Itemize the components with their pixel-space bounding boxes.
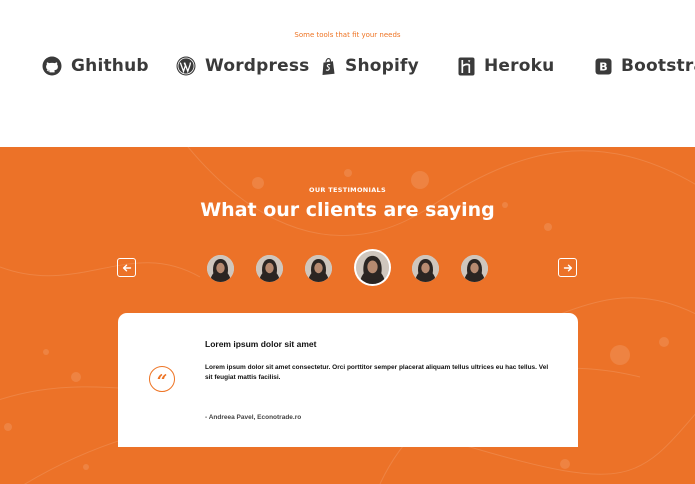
bootstrap-icon: B [595, 58, 612, 74]
tool-name: Heroku [484, 56, 555, 76]
testimonial-card: “ Lorem ipsum dolor sit amet Lorem ipsum… [118, 313, 578, 447]
avatar-photo [256, 255, 283, 282]
tools-caption: Some tools that fit your needs [294, 31, 401, 39]
tool-name: Wordpress [205, 56, 310, 76]
tool-name: Shopify [345, 56, 419, 76]
tool-logo-shopify[interactable]: Shopify [321, 55, 419, 77]
avatar-photo [207, 255, 234, 282]
shopify-icon [322, 57, 335, 75]
tool-logo-bootstrap[interactable]: B Bootstra [595, 55, 695, 77]
testimonial-author: - Andreea Pavel, Econotrade.ro [205, 414, 302, 421]
heroku-icon [458, 57, 475, 75]
arrow-left-icon [122, 264, 131, 271]
testimonials-section: OUR TESTIMONIALS What our clients are sa… [0, 147, 695, 484]
testimonials-eyebrow: OUR TESTIMONIALS [309, 186, 386, 194]
testimonials-heading: What our clients are saying [200, 199, 495, 221]
client-avatar[interactable] [207, 255, 234, 282]
svg-text:B: B [599, 60, 608, 73]
testimonial-title: Lorem ipsum dolor sit amet [205, 339, 317, 349]
avatar-photo [305, 255, 332, 282]
testimonial-text: Lorem ipsum dolor sit amet consectetur. … [205, 364, 549, 381]
avatar-photo [412, 255, 439, 282]
tool-logo-heroku[interactable]: Heroku [458, 55, 554, 77]
client-avatar[interactable] [412, 255, 439, 282]
arrow-right-icon [563, 264, 572, 271]
client-avatar[interactable] [461, 255, 488, 282]
tools-section: Some tools that fit your needs Ghithub W… [0, 0, 695, 147]
tool-logo-github[interactable]: Ghithub [42, 55, 149, 77]
github-icon [42, 56, 62, 76]
quote-icon: “ [149, 366, 175, 392]
tool-name: Bootstra [621, 56, 695, 76]
prev-testimonial-button[interactable] [117, 258, 136, 277]
tool-logo-wordpress[interactable]: Wordpress [176, 55, 310, 77]
avatar-photo [461, 255, 488, 282]
next-testimonial-button[interactable] [558, 258, 577, 277]
wordpress-icon [176, 56, 196, 76]
client-avatar-active[interactable] [356, 251, 389, 284]
tool-name: Ghithub [71, 56, 149, 76]
client-avatar[interactable] [256, 255, 283, 282]
client-avatar[interactable] [305, 255, 332, 282]
avatar-photo [356, 251, 389, 284]
quote-glyph: “ [156, 371, 168, 392]
